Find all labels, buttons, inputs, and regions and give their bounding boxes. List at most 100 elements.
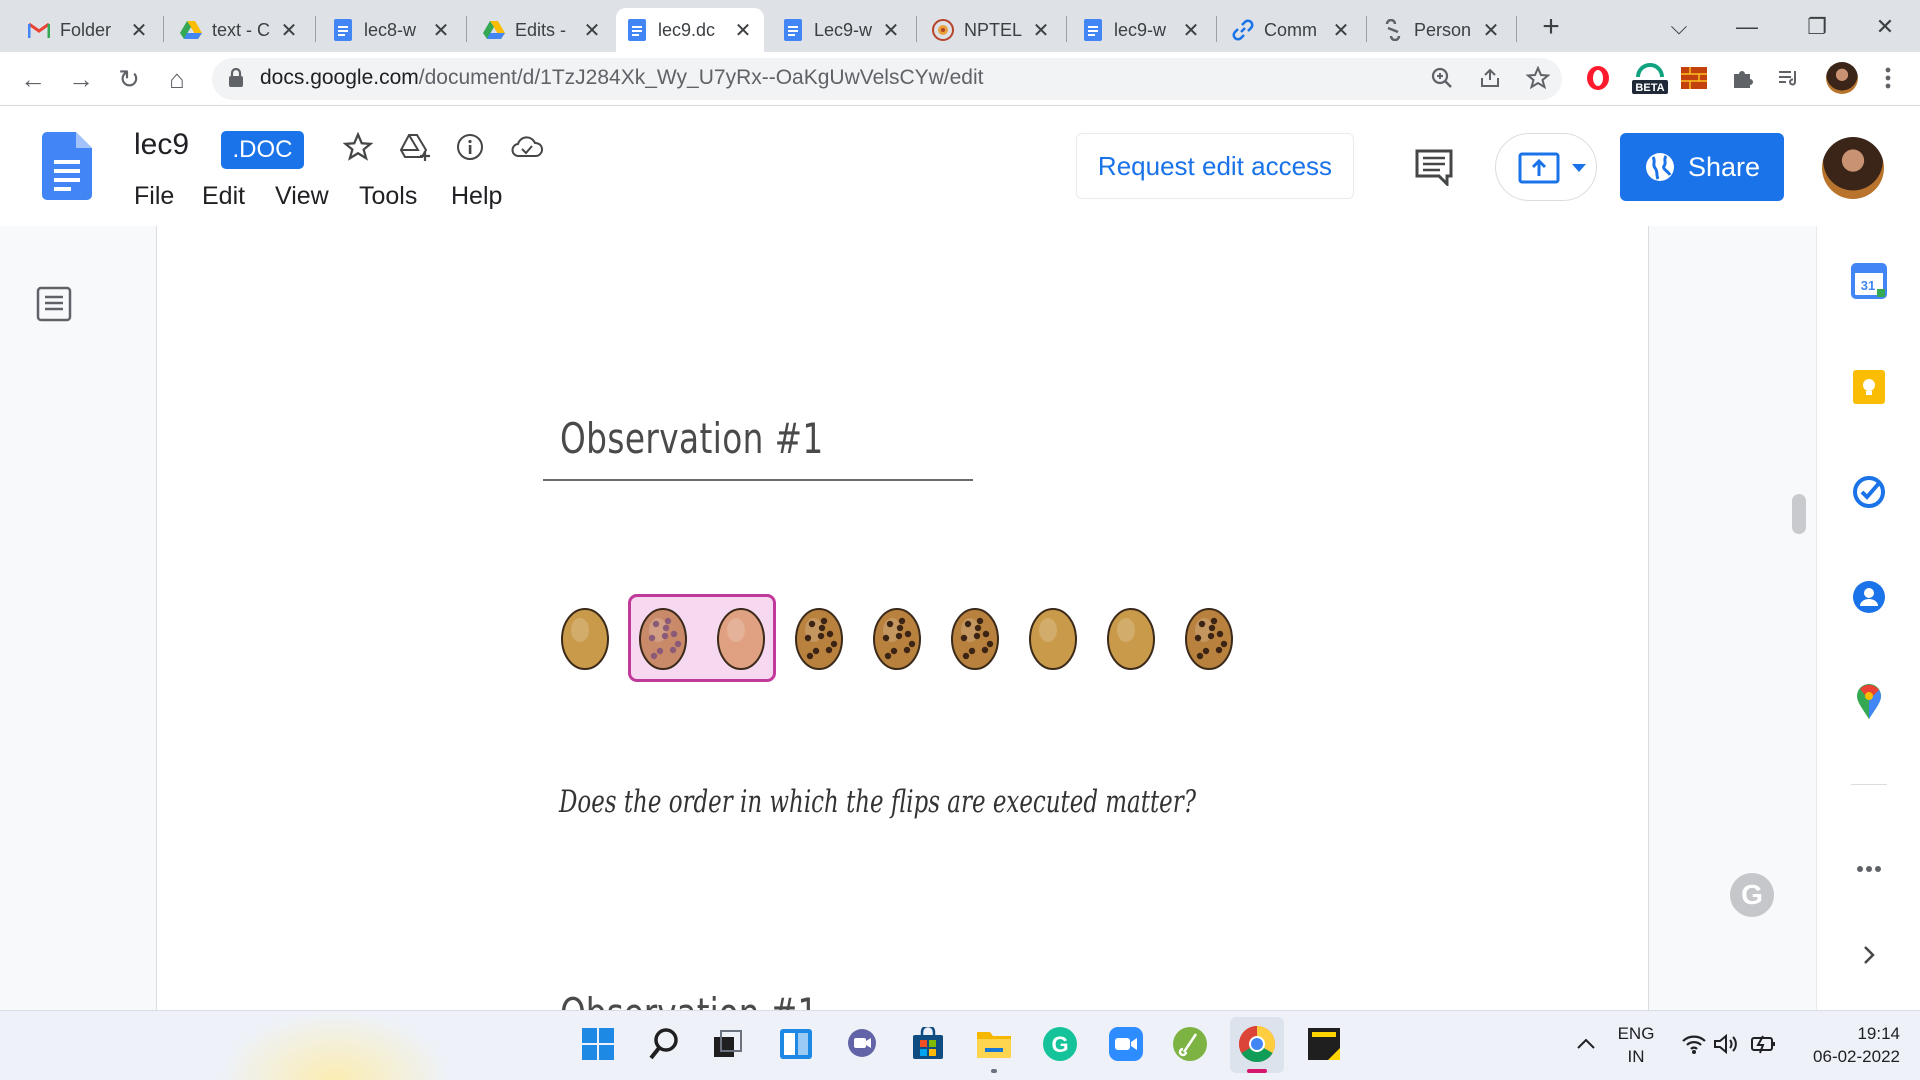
teams-chat-icon[interactable]	[842, 1024, 882, 1064]
close-tab-icon[interactable]: ✕	[880, 18, 902, 43]
close-tab-icon[interactable]: ✕	[581, 18, 603, 43]
tab-title: Comm	[1264, 19, 1317, 40]
tab-docs-lec9-w-2[interactable]: lec9-w ✕	[1072, 8, 1212, 52]
vertical-scrollbar-thumb[interactable]	[1792, 494, 1806, 534]
tab-gmail-folder[interactable]: Folder ✕	[18, 8, 160, 52]
clock-date[interactable]: 06-02-2022	[1770, 1047, 1900, 1067]
maps-pin-icon[interactable]	[1850, 683, 1888, 721]
close-tab-icon[interactable]: ✕	[1480, 18, 1502, 43]
request-edit-access-button[interactable]: Request edit access	[1076, 133, 1354, 199]
star-icon[interactable]	[341, 130, 375, 164]
tab-title: Folder	[60, 19, 112, 40]
present-button[interactable]	[1495, 133, 1597, 201]
forward-arrow-icon[interactable]: →	[64, 62, 98, 96]
tab-nptel[interactable]: NPTEL ✕	[922, 8, 1062, 52]
browser-menu-icon[interactable]	[1872, 62, 1904, 94]
opera-extension-icon[interactable]	[1582, 62, 1614, 94]
tab-docs-lec8[interactable]: lec8-w ✕	[322, 8, 462, 52]
chrome-icon[interactable]	[1237, 1024, 1277, 1064]
close-tab-icon[interactable]: ✕	[1030, 18, 1052, 43]
tab-separator	[466, 16, 467, 42]
close-tab-icon[interactable]: ✕	[278, 18, 300, 43]
tab-separator	[916, 16, 917, 42]
notes-app-icon[interactable]	[1170, 1024, 1210, 1064]
side-panel	[1816, 226, 1920, 1010]
reading-list-icon[interactable]	[1772, 62, 1804, 94]
close-tab-icon[interactable]: ✕	[1180, 18, 1202, 43]
tab-drive-edits[interactable]: Edits - ✕	[473, 8, 613, 52]
show-hidden-icons-chevron-icon[interactable]	[1566, 1024, 1606, 1064]
chocolate-chip-cookie-icon	[1185, 608, 1233, 670]
minimize-window-icon[interactable]: —	[1730, 10, 1764, 44]
windows-start-icon[interactable]	[578, 1024, 618, 1064]
menu-tools[interactable]: Tools	[359, 182, 417, 211]
tasks-icon[interactable]	[1850, 473, 1888, 511]
menu-help[interactable]: Help	[451, 182, 502, 211]
tab-person[interactable]: Person ✕	[1372, 8, 1512, 52]
share-page-icon[interactable]	[1474, 62, 1506, 94]
side-panel-divider	[1851, 784, 1887, 785]
back-arrow-icon[interactable]: ←	[16, 62, 50, 96]
menu-edit[interactable]: Edit	[202, 182, 245, 211]
expand-panel-chevron-icon[interactable]	[1850, 936, 1888, 974]
share-button[interactable]: Share	[1620, 133, 1784, 201]
tab-drive-text[interactable]: text - C ✕	[170, 8, 310, 52]
tab-docs-lec9-w[interactable]: Lec9-w ✕	[772, 8, 912, 52]
google-docs-icon	[782, 19, 804, 41]
info-icon[interactable]	[453, 130, 487, 164]
tab-docs-lec9-active[interactable]: lec9.dc ✕	[616, 8, 764, 52]
add-to-drive-icon[interactable]	[398, 130, 432, 164]
reload-icon[interactable]: ↻	[112, 62, 146, 96]
grammarly-icon[interactable]: G	[1730, 873, 1774, 917]
cloud-saved-icon[interactable]	[510, 130, 544, 164]
sticky-notes-icon[interactable]	[1304, 1024, 1344, 1064]
tab-separator	[1366, 16, 1367, 42]
language-code[interactable]: ENG	[1610, 1024, 1662, 1044]
keep-notes-icon[interactable]	[1850, 368, 1888, 406]
zoom-icon[interactable]	[1426, 62, 1458, 94]
close-tab-icon[interactable]: ✕	[430, 18, 452, 43]
close-tab-icon[interactable]: ✕	[732, 18, 754, 43]
widgets-glow	[220, 1011, 450, 1080]
document-outline-icon[interactable]	[36, 286, 72, 322]
zoom-app-icon[interactable]	[1106, 1024, 1146, 1064]
clock-time[interactable]: 19:14	[1790, 1024, 1900, 1044]
extensions-puzzle-icon[interactable]	[1726, 62, 1758, 94]
google-docs-icon	[626, 19, 648, 41]
home-icon[interactable]: ⌂	[160, 62, 194, 96]
contacts-icon[interactable]	[1850, 578, 1888, 616]
task-view-icon[interactable]	[708, 1024, 748, 1064]
close-window-icon[interactable]: ✕	[1868, 10, 1902, 44]
google-docs-logo-icon[interactable]	[42, 132, 92, 205]
menu-view[interactable]: View	[275, 182, 329, 211]
more-options-icon[interactable]	[1850, 850, 1888, 888]
file-explorer-icon[interactable]	[974, 1024, 1014, 1064]
restore-window-icon[interactable]: ❐	[1800, 10, 1834, 44]
account-avatar[interactable]	[1822, 137, 1884, 199]
lock-icon[interactable]	[228, 67, 244, 93]
beta-extension-icon[interactable]: BETA	[1630, 62, 1670, 94]
brick-extension-icon[interactable]	[1678, 62, 1710, 94]
tab-title: lec9-w	[1114, 19, 1167, 40]
url-text[interactable]: docs.google.com/document/d/1TzJ284Xk_Wy_…	[260, 66, 983, 90]
tab-separator	[163, 16, 164, 42]
microsoft-store-icon[interactable]	[908, 1024, 948, 1064]
bookmark-star-icon[interactable]	[1522, 62, 1554, 94]
search-icon[interactable]	[644, 1024, 684, 1064]
calendar-icon[interactable]: 31	[1850, 262, 1888, 300]
profile-avatar[interactable]	[1826, 62, 1858, 94]
document-page[interactable]: Observation #1 Does the order in which t…	[157, 226, 1648, 1010]
close-tab-icon[interactable]: ✕	[128, 18, 150, 43]
language-region[interactable]: IN	[1610, 1047, 1662, 1067]
document-title[interactable]: lec9	[134, 128, 189, 162]
grammarly-app-icon[interactable]: G	[1040, 1024, 1080, 1064]
menu-file[interactable]: File	[134, 182, 174, 211]
new-tab-button[interactable]: +	[1536, 12, 1566, 42]
widgets-icon[interactable]	[776, 1024, 816, 1064]
tab-search-chevron-icon[interactable]: ⌵	[1662, 10, 1696, 44]
close-tab-icon[interactable]: ✕	[1330, 18, 1352, 43]
volume-icon[interactable]	[1706, 1024, 1746, 1064]
tab-comm[interactable]: Comm ✕	[1222, 8, 1362, 52]
comments-icon[interactable]	[1414, 148, 1454, 191]
tab-separator	[1516, 16, 1517, 42]
